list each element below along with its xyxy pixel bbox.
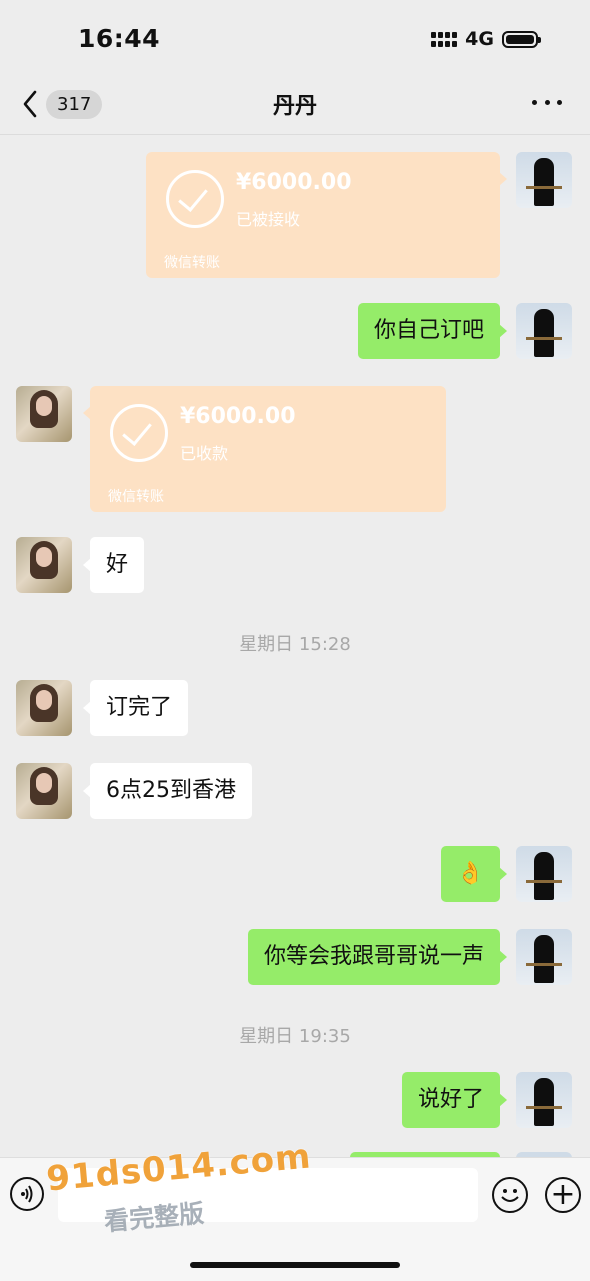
transfer-label: 微信转账 xyxy=(108,489,164,505)
message-bubble-received[interactable]: 6点25到香港 xyxy=(83,763,252,819)
contact-avatar[interactable] xyxy=(16,386,72,442)
message-bubble-sent[interactable]: 你自己订吧 xyxy=(357,303,508,359)
more-options-button[interactable] xyxy=(532,94,562,110)
status-icons: 4G xyxy=(431,28,541,50)
my-avatar[interactable] xyxy=(516,846,572,902)
more-functions-button[interactable]: + xyxy=(545,1177,581,1213)
message-bubble-received[interactable]: 订完了 xyxy=(82,680,189,736)
smiley-icon xyxy=(501,1189,519,1202)
message-bubble-sent[interactable]: 👌 xyxy=(440,846,508,902)
message-bubble-received[interactable]: 好 xyxy=(82,537,145,593)
contact-avatar[interactable] xyxy=(16,763,72,819)
message-timestamp: 星期日 19:35 xyxy=(239,1026,351,1047)
emoji-button[interactable] xyxy=(492,1177,528,1213)
battery-icon xyxy=(502,30,541,48)
signal-icon xyxy=(431,31,458,47)
transfer-card-sent[interactable]: ¥6000.00 已被接收 微信转账 xyxy=(146,152,507,278)
message-bubble-sent[interactable]: 你等会我跟哥哥说一声 xyxy=(247,929,508,985)
transfer-amount: ¥6000.00 xyxy=(180,404,296,429)
contact-avatar[interactable] xyxy=(16,680,72,736)
transfer-status: 已收款 xyxy=(180,444,229,463)
message-timestamp: 星期日 15:28 xyxy=(239,634,351,655)
check-circle-icon xyxy=(110,404,168,462)
my-avatar[interactable] xyxy=(516,1072,572,1128)
voice-input-button[interactable] xyxy=(10,1177,44,1211)
transfer-amount: ¥6000.00 xyxy=(236,170,352,195)
my-avatar[interactable] xyxy=(516,303,572,359)
transfer-card-received[interactable]: ¥6000.00 已收款 微信转账 xyxy=(83,386,446,512)
nav-divider xyxy=(0,134,590,135)
voice-icon xyxy=(21,1185,33,1203)
chat-title: 丹丹 xyxy=(272,94,317,119)
status-time: 16:44 xyxy=(78,24,161,53)
transfer-label: 微信转账 xyxy=(164,255,220,271)
my-avatar[interactable] xyxy=(516,929,572,985)
message-bubble-sent[interactable]: 说好了 xyxy=(401,1072,508,1128)
transfer-status: 已被接收 xyxy=(236,210,301,229)
contact-avatar[interactable] xyxy=(16,537,72,593)
check-circle-icon xyxy=(166,170,224,228)
network-type: 4G xyxy=(465,28,494,50)
my-avatar[interactable] xyxy=(516,152,572,208)
home-indicator[interactable] xyxy=(190,1262,400,1268)
